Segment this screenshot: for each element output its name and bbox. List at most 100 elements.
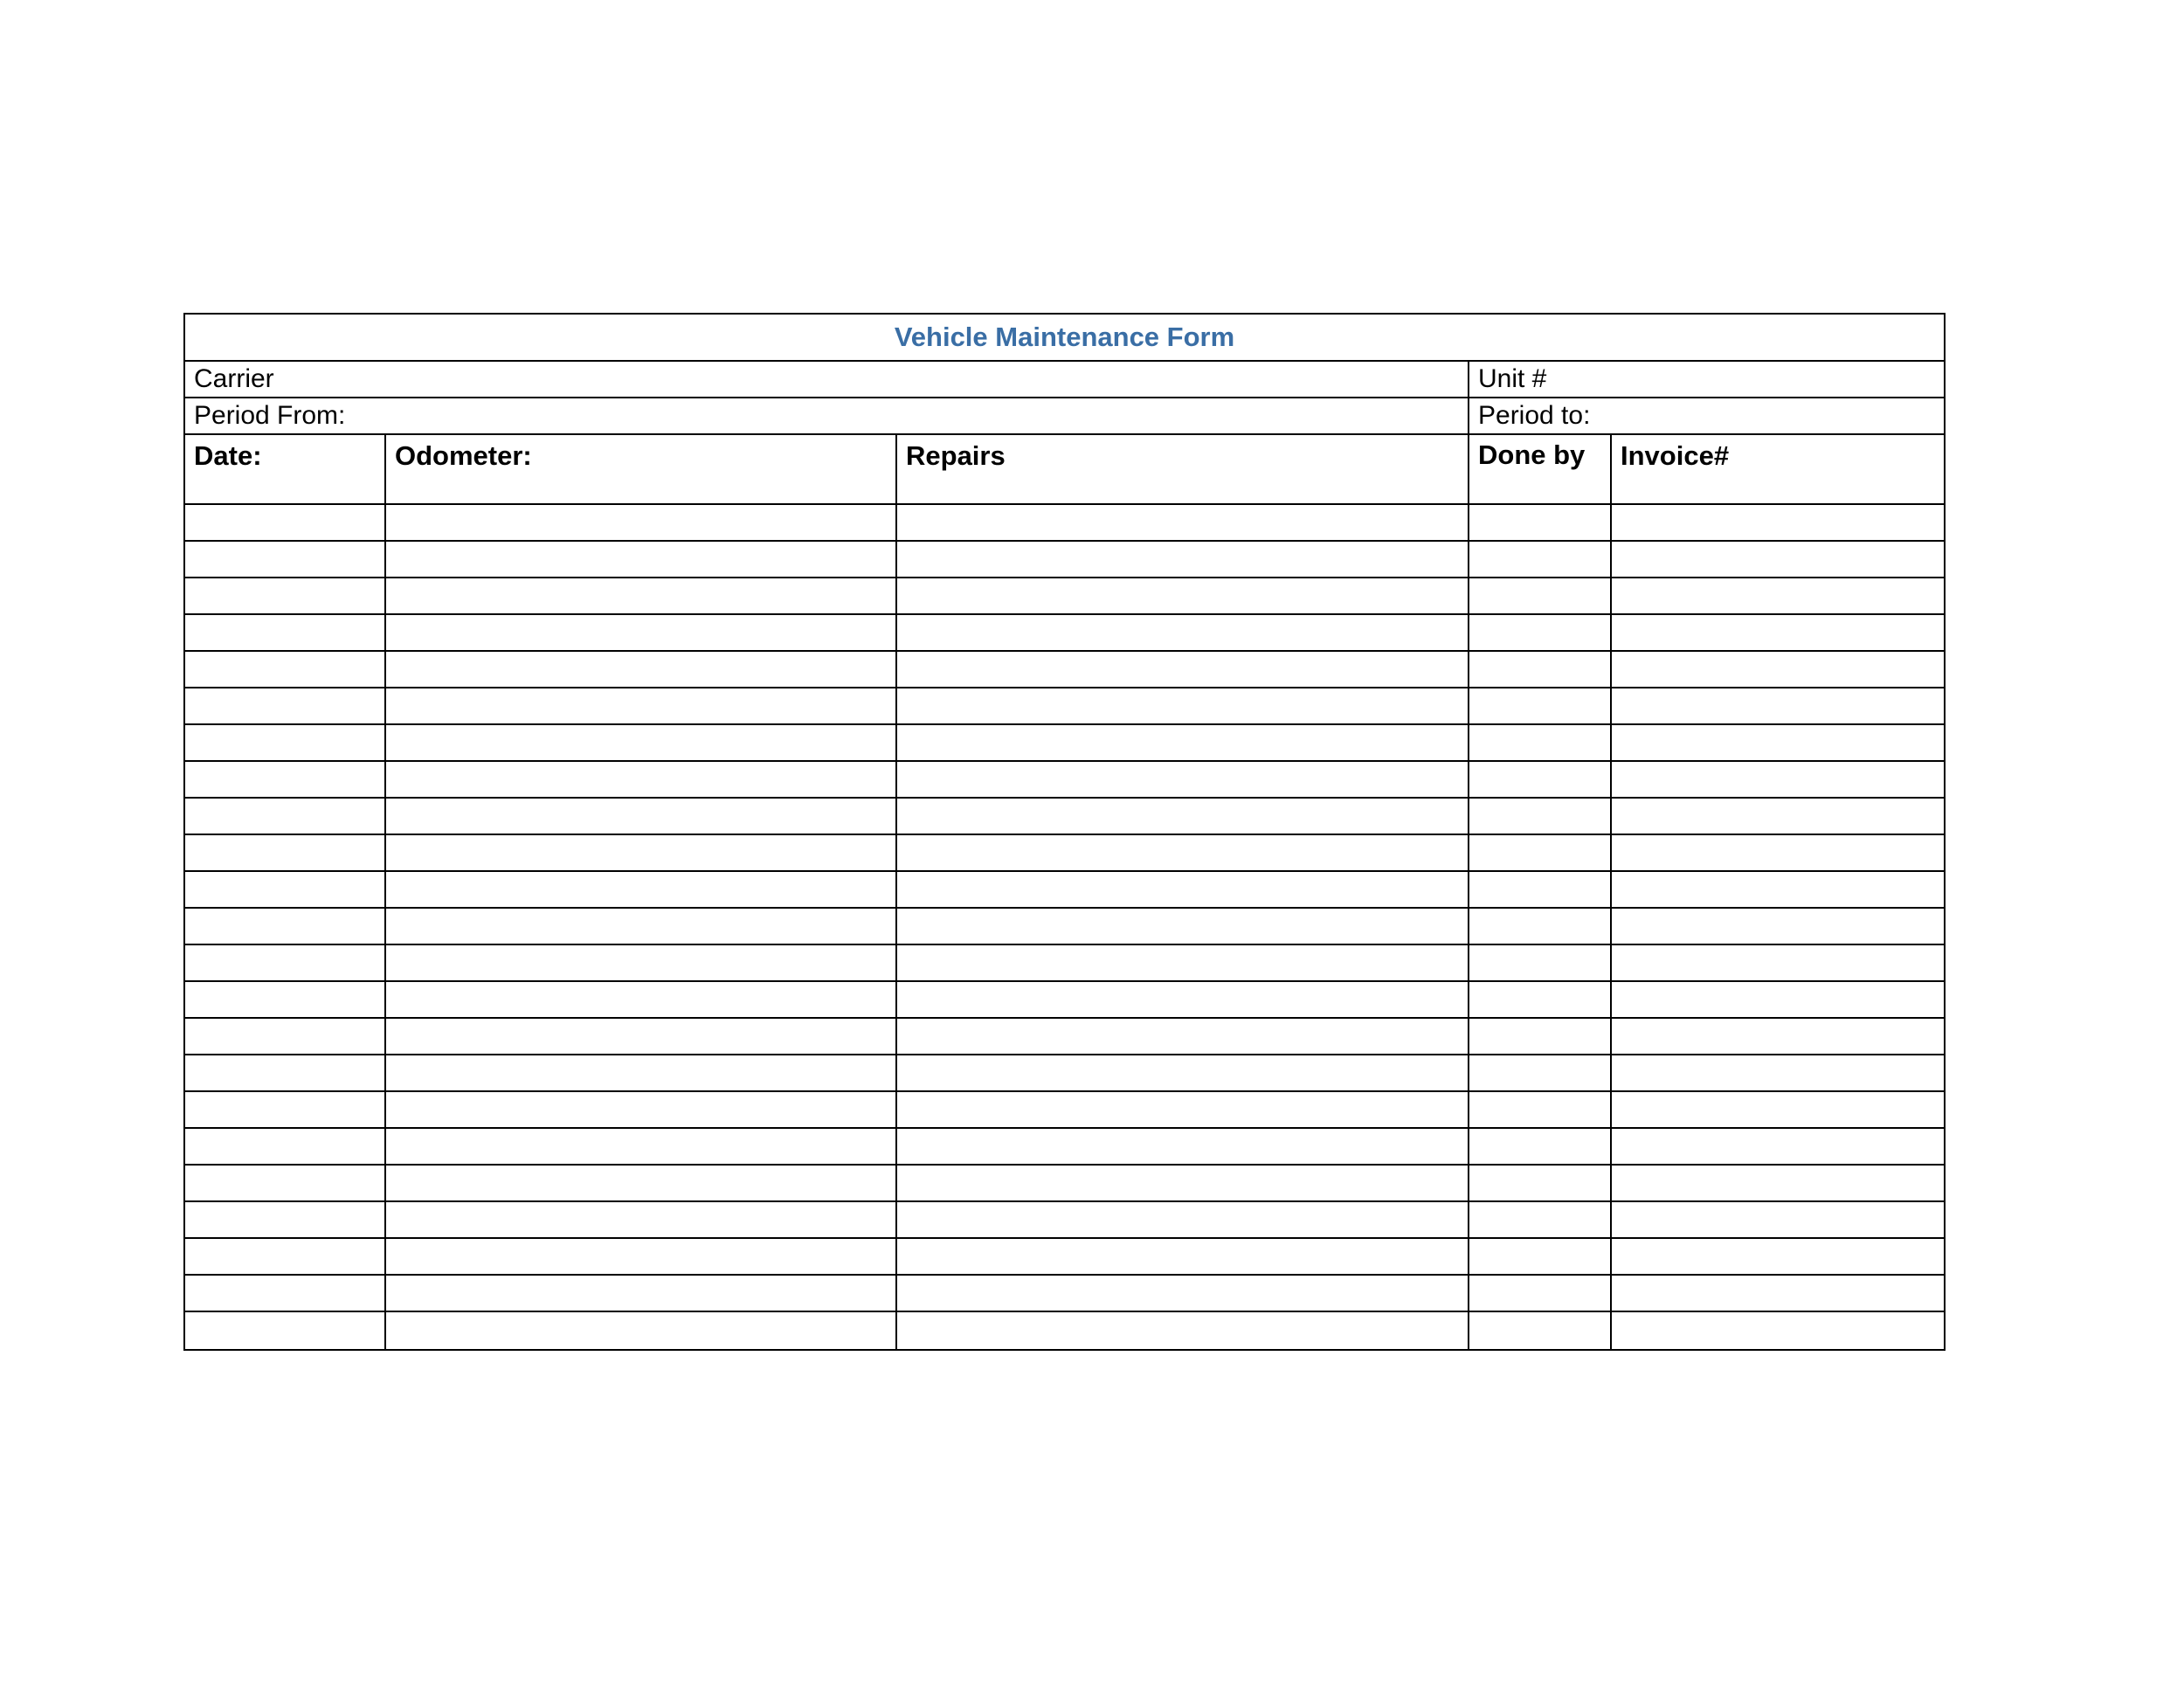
cell-invoice[interactable]: [1612, 909, 1944, 944]
cell-doneby[interactable]: [1469, 542, 1612, 577]
cell-date[interactable]: [185, 505, 386, 540]
cell-invoice[interactable]: [1612, 1055, 1944, 1090]
cell-date[interactable]: [185, 1129, 386, 1164]
cell-odometer[interactable]: [386, 652, 897, 687]
cell-doneby[interactable]: [1469, 725, 1612, 760]
cell-doneby[interactable]: [1469, 982, 1612, 1017]
cell-odometer[interactable]: [386, 688, 897, 723]
cell-doneby[interactable]: [1469, 578, 1612, 613]
cell-repairs[interactable]: [897, 1239, 1469, 1274]
cell-doneby[interactable]: [1469, 1202, 1612, 1237]
cell-repairs[interactable]: [897, 688, 1469, 723]
cell-date[interactable]: [185, 982, 386, 1017]
cell-doneby[interactable]: [1469, 1166, 1612, 1200]
cell-invoice[interactable]: [1612, 945, 1944, 980]
cell-date[interactable]: [185, 909, 386, 944]
cell-odometer[interactable]: [386, 945, 897, 980]
cell-invoice[interactable]: [1612, 872, 1944, 907]
cell-odometer[interactable]: [386, 1019, 897, 1054]
cell-invoice[interactable]: [1612, 615, 1944, 650]
cell-doneby[interactable]: [1469, 1019, 1612, 1054]
cell-doneby[interactable]: [1469, 1129, 1612, 1164]
cell-repairs[interactable]: [897, 1055, 1469, 1090]
cell-odometer[interactable]: [386, 1276, 897, 1311]
cell-invoice[interactable]: [1612, 1276, 1944, 1311]
cell-odometer[interactable]: [386, 578, 897, 613]
cell-repairs[interactable]: [897, 652, 1469, 687]
cell-date[interactable]: [185, 945, 386, 980]
cell-odometer[interactable]: [386, 615, 897, 650]
cell-repairs[interactable]: [897, 762, 1469, 797]
cell-date[interactable]: [185, 1202, 386, 1237]
cell-repairs[interactable]: [897, 835, 1469, 870]
cell-repairs[interactable]: [897, 578, 1469, 613]
cell-invoice[interactable]: [1612, 1312, 1944, 1349]
cell-odometer[interactable]: [386, 762, 897, 797]
cell-invoice[interactable]: [1612, 725, 1944, 760]
cell-odometer[interactable]: [386, 1092, 897, 1127]
cell-doneby[interactable]: [1469, 1092, 1612, 1127]
cell-doneby[interactable]: [1469, 762, 1612, 797]
cell-doneby[interactable]: [1469, 615, 1612, 650]
cell-date[interactable]: [185, 799, 386, 834]
cell-date[interactable]: [185, 725, 386, 760]
cell-invoice[interactable]: [1612, 835, 1944, 870]
cell-doneby[interactable]: [1469, 835, 1612, 870]
cell-date[interactable]: [185, 1019, 386, 1054]
cell-date[interactable]: [185, 835, 386, 870]
cell-invoice[interactable]: [1612, 505, 1944, 540]
cell-invoice[interactable]: [1612, 1019, 1944, 1054]
cell-odometer[interactable]: [386, 982, 897, 1017]
cell-date[interactable]: [185, 1055, 386, 1090]
cell-odometer[interactable]: [386, 1312, 897, 1349]
cell-invoice[interactable]: [1612, 1129, 1944, 1164]
cell-invoice[interactable]: [1612, 578, 1944, 613]
cell-repairs[interactable]: [897, 1312, 1469, 1349]
cell-date[interactable]: [185, 578, 386, 613]
cell-repairs[interactable]: [897, 1202, 1469, 1237]
cell-odometer[interactable]: [386, 1129, 897, 1164]
cell-repairs[interactable]: [897, 872, 1469, 907]
cell-invoice[interactable]: [1612, 982, 1944, 1017]
cell-invoice[interactable]: [1612, 1202, 1944, 1237]
cell-date[interactable]: [185, 1092, 386, 1127]
cell-doneby[interactable]: [1469, 945, 1612, 980]
cell-odometer[interactable]: [386, 835, 897, 870]
cell-invoice[interactable]: [1612, 799, 1944, 834]
cell-repairs[interactable]: [897, 505, 1469, 540]
cell-invoice[interactable]: [1612, 1166, 1944, 1200]
cell-repairs[interactable]: [897, 1276, 1469, 1311]
cell-invoice[interactable]: [1612, 1239, 1944, 1274]
cell-doneby[interactable]: [1469, 688, 1612, 723]
cell-doneby[interactable]: [1469, 1312, 1612, 1349]
cell-repairs[interactable]: [897, 615, 1469, 650]
cell-date[interactable]: [185, 1312, 386, 1349]
cell-date[interactable]: [185, 652, 386, 687]
cell-doneby[interactable]: [1469, 872, 1612, 907]
cell-repairs[interactable]: [897, 1092, 1469, 1127]
cell-repairs[interactable]: [897, 909, 1469, 944]
cell-repairs[interactable]: [897, 542, 1469, 577]
cell-doneby[interactable]: [1469, 652, 1612, 687]
cell-date[interactable]: [185, 1166, 386, 1200]
cell-doneby[interactable]: [1469, 1239, 1612, 1274]
cell-date[interactable]: [185, 1239, 386, 1274]
cell-invoice[interactable]: [1612, 762, 1944, 797]
cell-odometer[interactable]: [386, 1239, 897, 1274]
cell-doneby[interactable]: [1469, 909, 1612, 944]
cell-doneby[interactable]: [1469, 1055, 1612, 1090]
cell-odometer[interactable]: [386, 1166, 897, 1200]
cell-odometer[interactable]: [386, 799, 897, 834]
cell-odometer[interactable]: [386, 1202, 897, 1237]
cell-date[interactable]: [185, 872, 386, 907]
cell-invoice[interactable]: [1612, 1092, 1944, 1127]
cell-repairs[interactable]: [897, 982, 1469, 1017]
cell-date[interactable]: [185, 615, 386, 650]
cell-date[interactable]: [185, 688, 386, 723]
cell-doneby[interactable]: [1469, 505, 1612, 540]
cell-repairs[interactable]: [897, 799, 1469, 834]
cell-date[interactable]: [185, 762, 386, 797]
cell-repairs[interactable]: [897, 1129, 1469, 1164]
cell-date[interactable]: [185, 1276, 386, 1311]
cell-repairs[interactable]: [897, 725, 1469, 760]
